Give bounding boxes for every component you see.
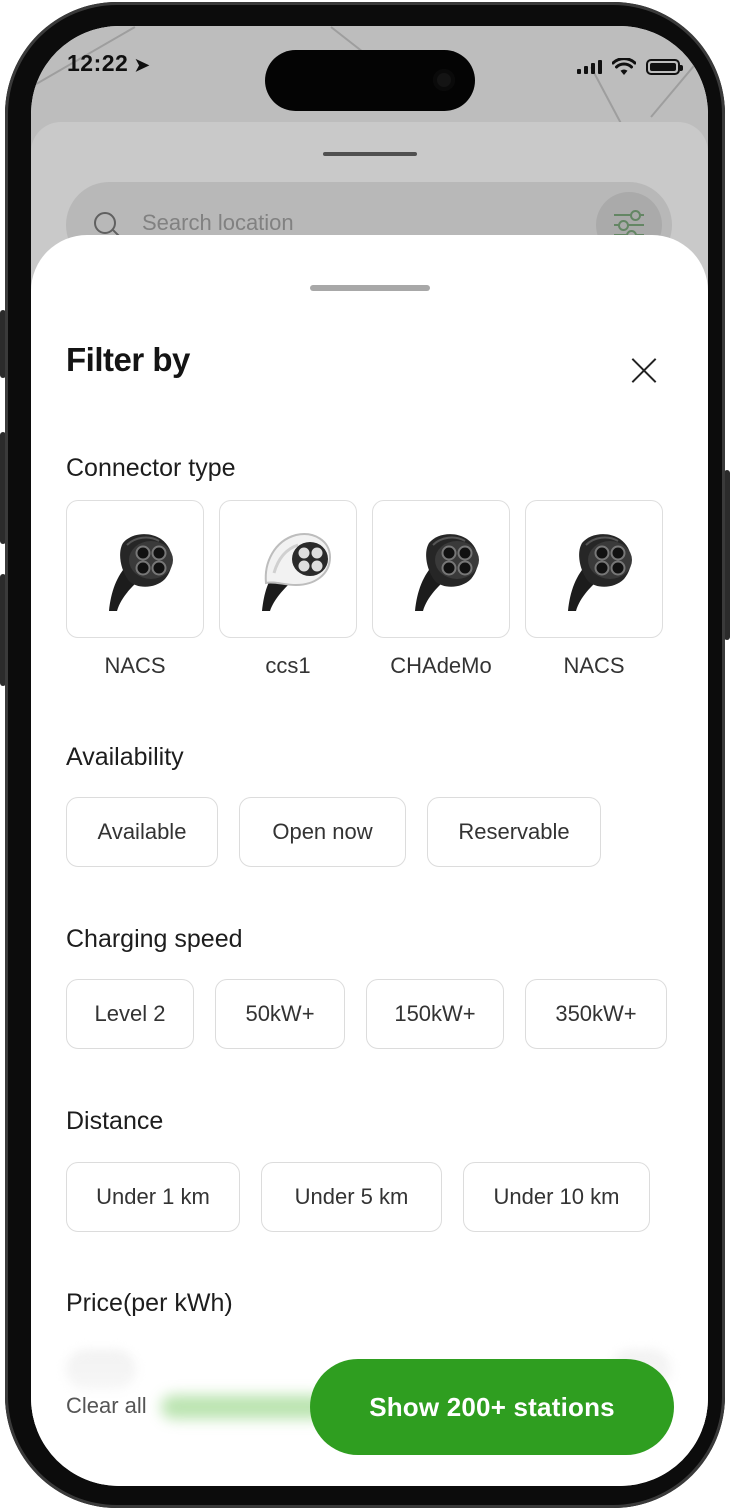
sheet-grabber[interactable] — [310, 285, 430, 291]
chip-under-1km[interactable]: Under 1 km — [66, 1162, 240, 1232]
availability-title: Availability — [66, 743, 184, 771]
connector-label: ccs1 — [265, 653, 311, 678]
clear-all-button[interactable]: Clear all — [66, 1393, 147, 1419]
white-plug-icon — [262, 533, 332, 611]
connector-option-ccs1[interactable]: ccs1 — [219, 500, 357, 679]
chip-150kw[interactable]: 150kW+ — [366, 979, 504, 1049]
connector-card[interactable] — [372, 500, 510, 638]
phone-frame: 12:22 ➤ Search location Filter by Connec… — [5, 2, 725, 1508]
chip-under-10km[interactable]: Under 10 km — [463, 1162, 650, 1232]
connector-card[interactable] — [219, 500, 357, 638]
show-stations-button[interactable]: Show 200+ stations — [310, 1359, 674, 1455]
connector-card[interactable] — [525, 500, 663, 638]
sheet-title: Filter by — [66, 341, 190, 378]
connector-card[interactable] — [66, 500, 204, 638]
connector-option-nacs[interactable]: NACS — [66, 500, 204, 679]
distance-title: Distance — [66, 1107, 164, 1135]
connector-option-nacs-2[interactable]: NACS — [525, 500, 663, 679]
dark-plug-icon — [109, 534, 173, 611]
close-icon[interactable] — [625, 351, 663, 389]
chip-50kw[interactable]: 50kW+ — [215, 979, 345, 1049]
connector-label: CHAdeMo — [390, 653, 492, 678]
price-title: Price(per kWh) — [66, 1289, 233, 1317]
chip-under-5km[interactable]: Under 5 km — [261, 1162, 442, 1232]
chip-level-2[interactable]: Level 2 — [66, 979, 194, 1049]
chip-open-now[interactable]: Open now — [239, 797, 406, 867]
chip-reservable[interactable]: Reservable — [427, 797, 601, 867]
dark-plug-icon — [568, 534, 632, 611]
footer-glow — [161, 1395, 331, 1419]
connector-option-chademo[interactable]: CHAdeMo — [372, 500, 510, 679]
dark-plug-icon — [415, 534, 479, 611]
connector-label: NACS — [563, 653, 625, 678]
screen: 12:22 ➤ Search location Filter by Connec… — [31, 26, 708, 1486]
chip-available[interactable]: Available — [66, 797, 218, 867]
connector-type-title: Connector type — [66, 454, 236, 482]
chip-350kw[interactable]: 350kW+ — [525, 979, 667, 1049]
charging-speed-title: Charging speed — [66, 925, 243, 953]
filter-sheet: Filter by Connector type NACS ccs1 CHAde… — [31, 235, 708, 1486]
connector-label: NACS — [104, 653, 166, 678]
